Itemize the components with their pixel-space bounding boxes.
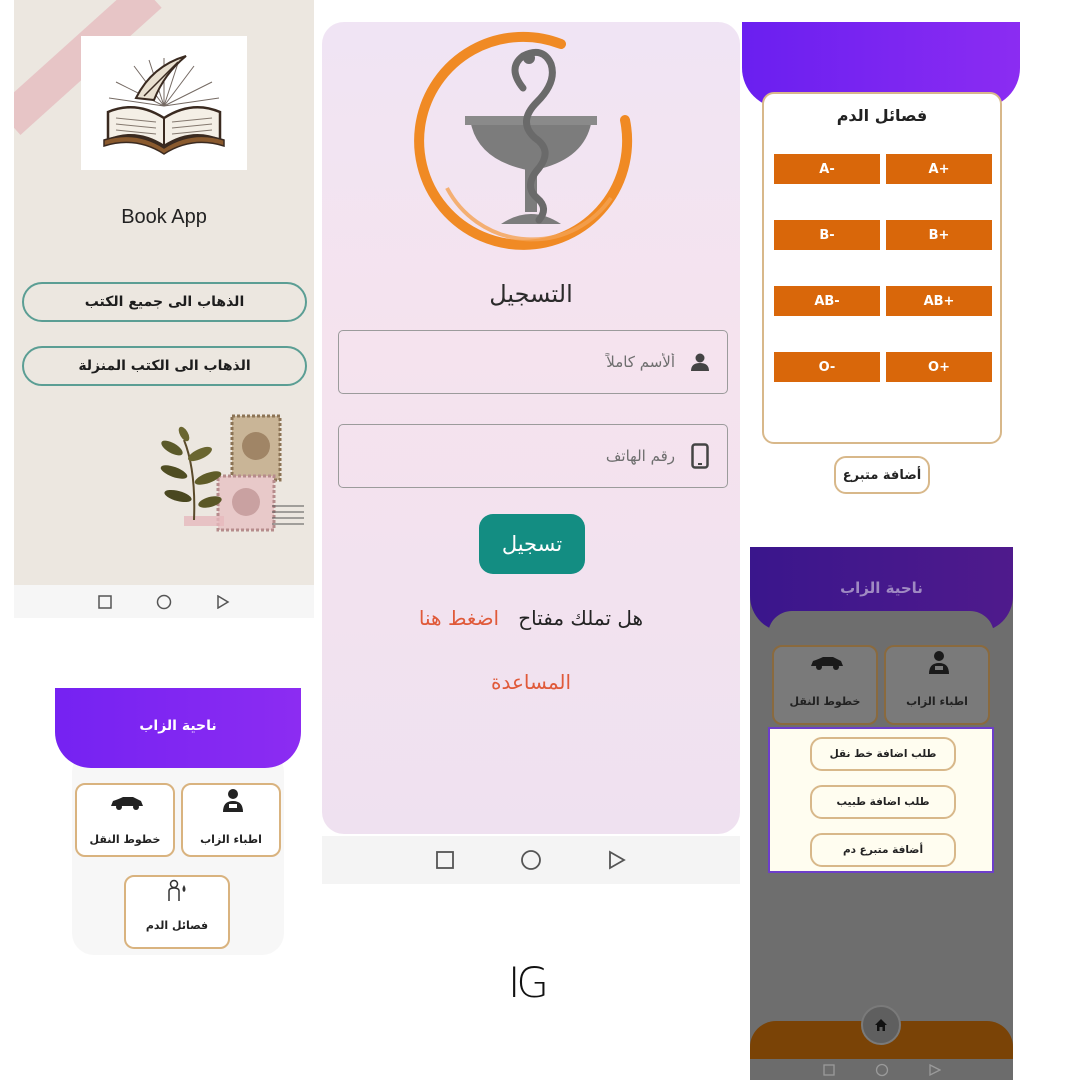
watermark: IG xyxy=(508,958,549,1007)
android-nav-bar xyxy=(14,585,314,618)
request-dialog: طلب اضافة خط نقل طلب اضافة طبيب أضافة مت… xyxy=(768,727,994,873)
help-link[interactable]: المساعدة xyxy=(322,670,740,694)
doctor-icon xyxy=(929,651,949,674)
transport-lines-label: خطوط النقل xyxy=(89,833,161,846)
zab-doctors-tile[interactable]: اطباء الزاب xyxy=(884,645,990,725)
full-name-field[interactable] xyxy=(338,330,728,394)
zab-home-title: ناحية الزاب xyxy=(139,718,217,734)
recent-apps-icon[interactable] xyxy=(822,1063,835,1076)
zab-dialog-screen: ناحية الزاب خطوط النقل اطباء الزاب طلب ا… xyxy=(750,547,1013,1080)
pharmacy-bowl-snake-icon xyxy=(414,31,633,250)
android-nav-bar xyxy=(750,1059,1013,1080)
back-triangle-icon[interactable] xyxy=(608,850,626,870)
request-transport-button[interactable]: طلب اضافة خط نقل xyxy=(810,737,956,771)
press-here-link[interactable]: اضغط هنا xyxy=(419,606,499,630)
zab-dialog-title: ناحية الزاب xyxy=(840,579,923,597)
zab-doctors-label: اطباء الزاب xyxy=(906,695,968,708)
android-nav-bar xyxy=(322,836,740,884)
open-book-quill-icon xyxy=(103,55,225,155)
all-books-button[interactable]: الذهاب الى جميع الكتب xyxy=(22,282,307,322)
person-icon xyxy=(689,350,711,374)
blood-donation-icon xyxy=(168,879,186,901)
recent-apps-icon[interactable] xyxy=(436,851,454,869)
transport-lines-tile[interactable]: خطوط النقل xyxy=(75,783,175,857)
blood-type-button[interactable]: B- xyxy=(774,220,880,250)
phone-field[interactable] xyxy=(338,424,728,488)
transport-lines-label: خطوط النقل xyxy=(789,695,861,708)
leaves-stamps-decoration xyxy=(160,414,304,532)
blood-types-title: فصائل الدم xyxy=(836,106,928,125)
zab-home-header: ناحية الزاب xyxy=(55,688,301,768)
car-icon xyxy=(811,657,843,670)
doctor-icon xyxy=(223,789,243,812)
have-key-question: هل تملك مفتاح xyxy=(518,606,644,630)
blood-type-button[interactable]: A- xyxy=(774,154,880,184)
zab-doctors-label: اطباء الزاب xyxy=(200,833,262,846)
recent-apps-icon[interactable] xyxy=(98,594,112,609)
add-donor-button[interactable]: أضافة متبرع xyxy=(834,456,930,494)
register-screen: التسجيل تسجيل هل تملك مفتاح اضغط هنا الم… xyxy=(322,22,740,834)
blood-type-button[interactable]: A+ xyxy=(886,154,992,184)
downloaded-books-button[interactable]: الذهاب الى الكتب المنزلة xyxy=(22,346,307,386)
book-logo xyxy=(81,36,247,170)
request-doctor-button[interactable]: طلب اضافة طبيب xyxy=(810,785,956,819)
add-blood-donor-button[interactable]: أضافة متبرع دم xyxy=(810,833,956,867)
blood-types-tile-label: فصائل الدم xyxy=(145,919,209,932)
book-app-screen: Book App الذهاب الى جميع الكتب الذهاب ال… xyxy=(14,0,314,585)
home-circle-icon[interactable] xyxy=(156,594,172,610)
transport-lines-tile[interactable]: خطوط النقل xyxy=(772,645,878,725)
phone-input[interactable] xyxy=(385,447,675,465)
zab-doctors-tile[interactable]: اطباء الزاب xyxy=(181,783,281,857)
full-name-input[interactable] xyxy=(385,353,675,371)
car-icon xyxy=(111,797,143,810)
blood-type-button[interactable]: AB- xyxy=(774,286,880,316)
app-title: Book App xyxy=(121,206,207,228)
blood-types-card: فصائل الدم A- A+ B- B+ AB- AB+ O- O+ xyxy=(762,92,1002,444)
home-circle-icon[interactable] xyxy=(875,1063,889,1077)
back-triangle-icon[interactable] xyxy=(216,594,230,609)
home-icon xyxy=(875,1019,887,1031)
blood-type-button[interactable]: B+ xyxy=(886,220,992,250)
blood-types-tile[interactable]: فصائل الدم xyxy=(124,875,230,949)
register-submit-button[interactable]: تسجيل xyxy=(479,514,585,574)
blood-type-button[interactable]: AB+ xyxy=(886,286,992,316)
blood-type-button[interactable]: O+ xyxy=(886,352,992,382)
register-title: التسجيل xyxy=(489,280,573,308)
have-key-prompt: هل تملك مفتاح اضغط هنا xyxy=(322,606,740,630)
home-circle-icon[interactable] xyxy=(520,849,542,871)
back-triangle-icon[interactable] xyxy=(928,1063,941,1076)
blood-type-button[interactable]: O- xyxy=(774,352,880,382)
phone-icon xyxy=(689,443,711,469)
home-fab[interactable] xyxy=(861,1005,901,1045)
